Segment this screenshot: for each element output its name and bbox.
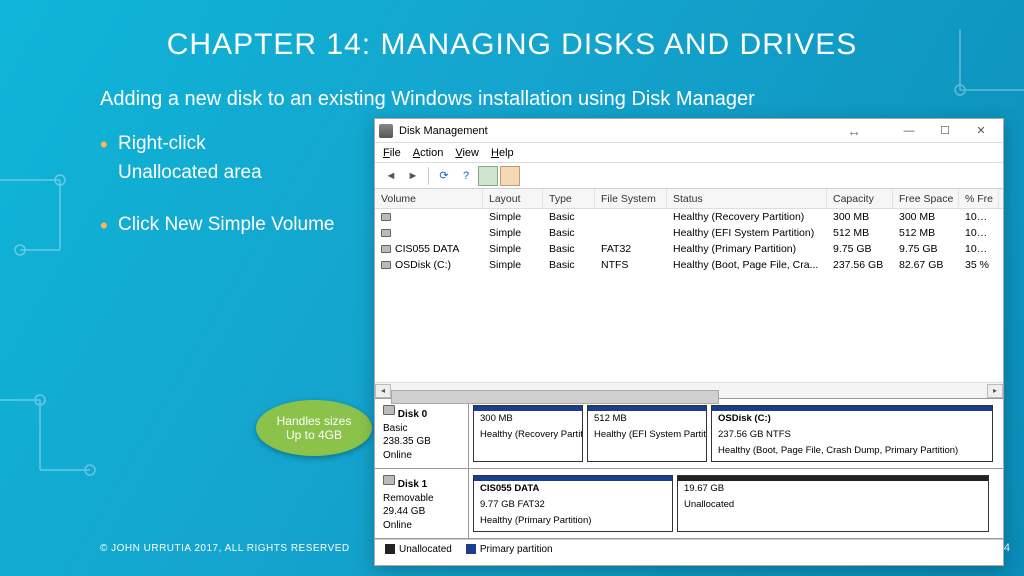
maximize-button[interactable]: ☐	[927, 120, 963, 142]
scroll-thumb[interactable]	[391, 390, 719, 404]
partition-unallocated[interactable]: 19.67 GBUnallocated	[677, 475, 989, 532]
col-free[interactable]: Free Space	[893, 189, 959, 208]
slide-subtitle: Adding a new disk to an existing Windows…	[100, 88, 984, 111]
menu-help[interactable]: Help	[491, 147, 514, 159]
disk-label[interactable]: Disk 0Basic238.35 GBOnline	[375, 399, 469, 468]
help-button[interactable]: ?	[456, 166, 476, 186]
col-volume[interactable]: Volume	[375, 189, 483, 208]
disk-panel: Disk 1Removable29.44 GBOnlineCIS055 DATA…	[375, 469, 1003, 539]
menu-bar: File Action View Help	[375, 143, 1003, 163]
menu-file[interactable]: File	[383, 147, 401, 159]
col-fs[interactable]: File System	[595, 189, 667, 208]
volume-row[interactable]: SimpleBasicHealthy (EFI System Partition…	[375, 225, 1003, 241]
refresh-button[interactable]: ⟳	[434, 166, 454, 186]
disk-panel: Disk 0Basic238.35 GBOnline300 MBHealthy …	[375, 399, 1003, 469]
disk-graphic-pane: Disk 0Basic238.35 GBOnline300 MBHealthy …	[375, 399, 1003, 539]
col-capacity[interactable]: Capacity	[827, 189, 893, 208]
minimize-button[interactable]: —	[891, 120, 927, 142]
partition-primary[interactable]: OSDisk (C:)237.56 GB NTFSHealthy (Boot, …	[711, 405, 993, 462]
partition-primary[interactable]: CIS055 DATA9.77 GB FAT32Healthy (Primary…	[473, 475, 673, 532]
slide-title: CHAPTER 14: MANAGING DISKS AND DRIVES	[0, 28, 1024, 62]
toolbar: ◄ ► ⟳ ?	[375, 163, 1003, 189]
close-button[interactable]: ✕	[963, 120, 999, 142]
bullet-2: Click New Simple Volume	[100, 211, 334, 240]
partition-primary[interactable]: 512 MBHealthy (EFI System Partitio	[587, 405, 707, 462]
volume-list-pane: Volume Layout Type File System Status Ca…	[375, 189, 1003, 399]
scroll-right-button[interactable]: ▸	[987, 384, 1003, 398]
col-status[interactable]: Status	[667, 189, 827, 208]
legend-swatch-primary	[466, 544, 476, 554]
volume-row[interactable]: OSDisk (C:)SimpleBasicNTFSHealthy (Boot,…	[375, 257, 1003, 273]
col-pct[interactable]: % Fre	[959, 189, 999, 208]
legend: Unallocated Primary partition	[375, 539, 1003, 559]
menu-view[interactable]: View	[455, 147, 479, 159]
forward-button[interactable]: ►	[403, 166, 423, 186]
volume-row[interactable]: CIS055 DATASimpleBasicFAT32Healthy (Prim…	[375, 241, 1003, 257]
view-bottom-button[interactable]	[500, 166, 520, 186]
volume-row[interactable]: SimpleBasicHealthy (Recovery Partition)3…	[375, 209, 1003, 225]
col-type[interactable]: Type	[543, 189, 595, 208]
col-layout[interactable]: Layout	[483, 189, 543, 208]
volume-header-row: Volume Layout Type File System Status Ca…	[375, 189, 1003, 209]
bullet-1: Right-click Unallocated area	[100, 130, 334, 187]
partition-primary[interactable]: 300 MBHealthy (Recovery Partit	[473, 405, 583, 462]
bullet-list: Right-click Unallocated area Click New S…	[100, 130, 334, 264]
window-title: Disk Management	[399, 125, 488, 137]
view-top-button[interactable]	[478, 166, 498, 186]
footer-copyright: © JOHN URRUTIA 2017, ALL RIGHTS RESERVED	[100, 543, 350, 554]
volume-body[interactable]: SimpleBasicHealthy (Recovery Partition)3…	[375, 209, 1003, 382]
scroll-left-button[interactable]: ◂	[375, 384, 391, 398]
restore-hint-icon: ↔	[847, 123, 861, 139]
callout-bubble: Handles sizes Up to 4GB	[256, 400, 372, 456]
back-button[interactable]: ◄	[381, 166, 401, 186]
horizontal-scrollbar[interactable]: ◂ ▸	[375, 382, 1003, 398]
window-titlebar[interactable]: Disk Management ↔ — ☐ ✕	[375, 119, 1003, 143]
app-icon	[379, 124, 393, 138]
legend-swatch-unallocated	[385, 544, 395, 554]
disk-management-window: Disk Management ↔ — ☐ ✕ File Action View…	[374, 118, 1004, 566]
disk-label[interactable]: Disk 1Removable29.44 GBOnline	[375, 469, 469, 538]
menu-action[interactable]: Action	[413, 147, 444, 159]
